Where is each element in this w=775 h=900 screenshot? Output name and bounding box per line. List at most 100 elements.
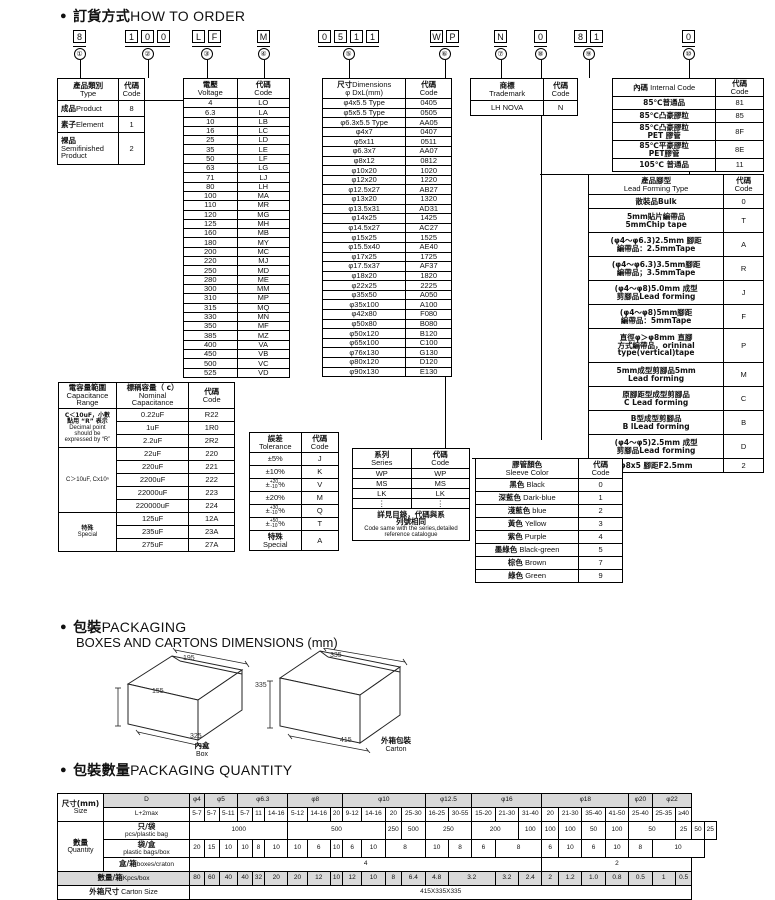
voltage-code: LB	[236, 116, 291, 127]
length-value: 25-40	[628, 807, 653, 822]
voltage-value: 200	[183, 246, 238, 258]
table-row: 成品Product 8	[56, 100, 145, 117]
tolerance-value: ±10%	[249, 465, 302, 479]
voltage-code: MM	[236, 283, 291, 295]
table-row: φ12.5x27 AB27	[321, 184, 452, 195]
pcs-value: 100	[518, 821, 543, 840]
diameter-group-label: φ16	[471, 793, 543, 808]
pcs-value: 50	[581, 821, 606, 840]
table-row: φ35x50 A050	[321, 289, 452, 301]
trademark-header: 商標 Trademark	[469, 78, 545, 101]
kpcs-value: 20	[287, 871, 308, 886]
order-code-char: 0	[141, 30, 154, 43]
carton-caption: 外箱包裝 Carton	[370, 736, 422, 754]
sleeve-color-code: 7	[578, 556, 623, 570]
series-code-header: 代碼 Code	[410, 448, 471, 469]
kpcs-value: 20	[264, 871, 289, 886]
tolerance-code: Q	[300, 504, 339, 518]
nominal-capacitance: 220uF	[115, 460, 190, 474]
bags-value: 6	[471, 839, 496, 858]
order-code-underline	[318, 46, 379, 47]
voltage-value: 220	[183, 256, 238, 267]
qty-kpcs-row: 數量/箱Kpcs/box 80 60 40 40 32 20 20 12 10 12 10 8 6.4 4.…	[57, 871, 717, 886]
voltage-value: 330	[183, 311, 238, 323]
table-row: φ17.5x37 AF37	[321, 261, 452, 272]
table-row: 裸品 Semifinished Product 2	[56, 132, 145, 165]
voltage-code: LC	[236, 125, 291, 137]
type-cn: 素子	[61, 119, 76, 129]
internal-desc: 105℃ 普通品	[611, 158, 717, 172]
voltage-table: 電壓 Voltage 代碼 Code 4 LO 6.3 LA 10 LB 16 LC 25 LD 35 LE 5…	[183, 78, 291, 378]
table-row: φ10x20 1020	[321, 165, 452, 176]
heading-en: PACKAGING	[101, 619, 187, 635]
order-code-index: ③	[200, 48, 213, 60]
kpcs-value: 3.2	[447, 871, 496, 886]
dimension-code: AA07	[405, 145, 452, 157]
qty-header-row: 尺寸(mm) Size Dφ4 φ5 φ6.3 φ8 φ10 φ12.5 φ16 φ18 φ20 φ2…	[57, 793, 717, 822]
order-code-char: 1	[366, 30, 379, 43]
kpcs-value: 4.8	[424, 871, 449, 886]
length-value: 16-25	[424, 807, 449, 822]
order-code-char: 1	[350, 30, 363, 43]
dimension-value: φ13x20	[321, 193, 407, 205]
table-row: φ5x11 0511	[321, 136, 452, 147]
internal-code: 11	[715, 158, 764, 172]
series-name: WP	[352, 468, 412, 479]
qty-boxes-row: 盒/箱boxes/craton 4 2	[58, 857, 717, 872]
lead-desc: 5mm成型剪腳品5mm Lead forming	[587, 362, 725, 387]
voltage-code: MG	[236, 209, 291, 220]
table-row: φ5x5.5 Type 0505	[321, 107, 452, 119]
table-row: φ15x25 1525	[321, 232, 452, 243]
order-code-char: 8	[73, 30, 86, 43]
length-value: 14-16	[264, 807, 289, 822]
length-value: 25-30	[401, 807, 426, 822]
dimension-value: φ18x20	[321, 270, 407, 282]
table-row: φ50x120 B120	[321, 328, 452, 339]
carton-size-label: 外箱尺寸 Carton Size	[57, 885, 190, 900]
voltage-code-header: 代碼 Code	[236, 78, 291, 99]
order-code-char: 0	[157, 30, 170, 43]
order-code-connector	[79, 60, 81, 78]
dimension-code: 0812	[405, 155, 452, 167]
dimension-code: 2225	[405, 280, 452, 291]
dimension-value: φ14x25	[321, 213, 407, 224]
table-row: φ13.5x31 AD31	[321, 203, 452, 215]
sleeve-header: 膠管顏色 Sleeve Color	[474, 458, 580, 479]
sleeve-color-name: 棕色 Brown	[474, 556, 580, 570]
table-row: 5mm成型剪腳品5mm Lead forming M	[587, 362, 764, 387]
dimension-value: φ17x25	[321, 251, 407, 263]
table-row: (φ4～φ8)5mm腳距 編帶品：5mmTape F	[587, 304, 764, 329]
dimension-code: B120	[405, 328, 452, 339]
lead-code: D	[723, 434, 764, 459]
type-row-cell: 裸品 Semifinished Product	[56, 132, 120, 165]
lead-code: A	[723, 232, 764, 257]
type-code: 8	[118, 100, 145, 117]
table-row: φ4x7 0407	[321, 126, 452, 138]
internal-desc: 85℃凸豪膠粒	[611, 109, 717, 123]
capacitance-code: 12A	[188, 512, 235, 526]
series-header-row: 系列 Series 代碼 Code	[352, 448, 471, 469]
capacitance-code: 220	[188, 447, 235, 461]
bags-value: 6	[541, 839, 559, 858]
tolerance-value: ±5%	[249, 452, 302, 466]
table-row: φ35x100 A100	[321, 299, 452, 311]
table-row: 310 MP	[183, 293, 291, 304]
nominal-capacitance: 220000uF	[115, 499, 190, 513]
table-row: 125 MH	[183, 218, 291, 230]
voltage-value: 80	[183, 181, 238, 192]
table-row: 250 MD	[183, 265, 291, 276]
diameter-group-label: φ22	[651, 793, 693, 808]
heading-en: PACKAGING QUANTITY	[130, 762, 293, 778]
lead-desc: B型成型剪腳品 B lLead forming	[587, 410, 725, 435]
kpcs-value: 8	[384, 871, 403, 886]
kpcs-value: 0.5	[628, 871, 653, 886]
dimension-code: 1320	[405, 193, 452, 205]
table-row: 200 MC	[183, 246, 291, 258]
type-en: Product	[76, 103, 102, 113]
order-code-underline	[73, 46, 86, 47]
dimension-value: φ50x120	[321, 328, 407, 339]
kpcs-value: 1	[651, 871, 676, 886]
table-row: ±20% M	[249, 491, 339, 505]
bags-value: 8	[251, 839, 266, 858]
table-row: φ42x80 F080	[321, 309, 452, 320]
